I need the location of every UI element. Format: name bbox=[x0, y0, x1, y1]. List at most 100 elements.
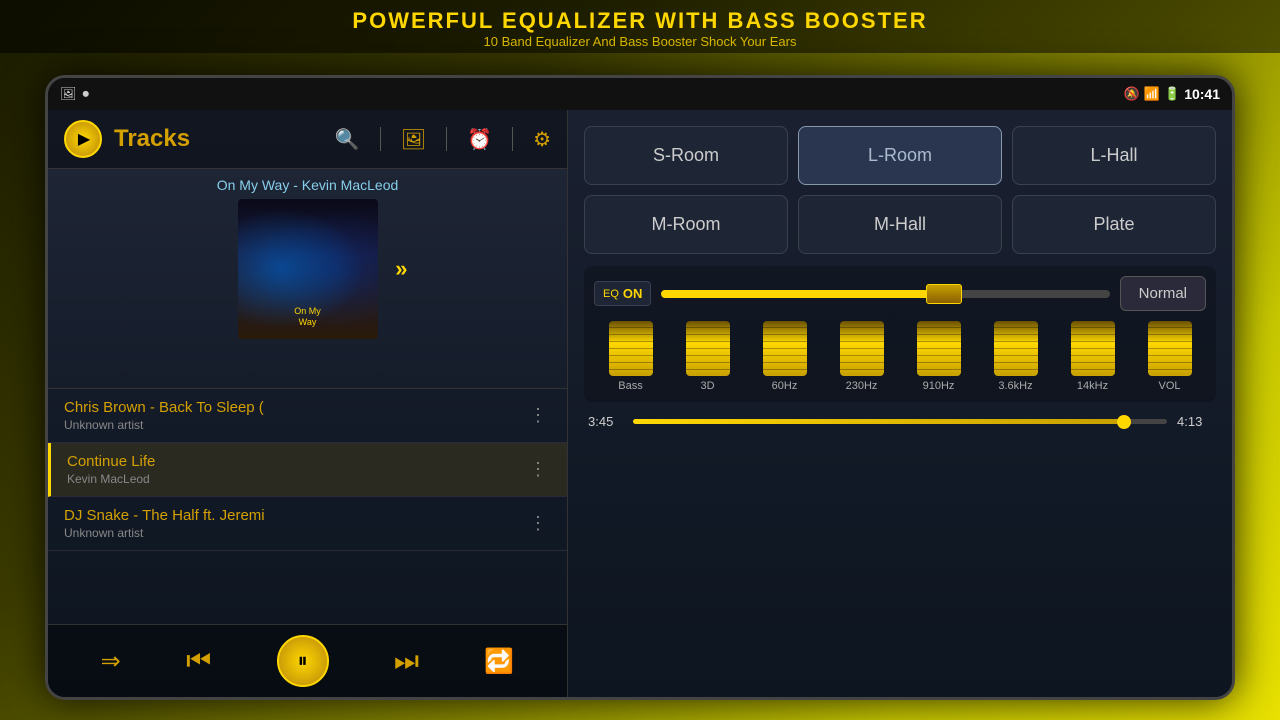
eq-band-slider[interactable] bbox=[609, 321, 653, 376]
search-icon[interactable]: 🔍 bbox=[335, 127, 360, 152]
reverb-button-s-room[interactable]: S-Room bbox=[584, 126, 788, 185]
track-name: Chris Brown - Back To Sleep ( bbox=[64, 399, 525, 416]
divider-1 bbox=[380, 127, 381, 151]
header-title: Tracks bbox=[114, 125, 190, 153]
eq-band-label: Bass bbox=[618, 380, 642, 392]
progress-thumb[interactable] bbox=[1117, 415, 1131, 429]
banner-subtitle: 10 Band Equalizer And Bass Booster Shock… bbox=[0, 34, 1280, 49]
eq-band-slider[interactable] bbox=[686, 321, 730, 376]
divider-3 bbox=[512, 127, 513, 151]
now-playing-title: On My Way - Kevin MacLeod bbox=[217, 177, 399, 193]
reverb-button-l-room[interactable]: L-Room bbox=[798, 126, 1002, 185]
eq-band-label: 230Hz bbox=[846, 380, 878, 392]
eq-label: EQ bbox=[603, 288, 619, 300]
reverb-button-m-hall[interactable]: M-Hall bbox=[798, 195, 1002, 254]
album-art-inner: On My Way bbox=[238, 199, 378, 339]
track-menu-icon[interactable]: ⋮ bbox=[525, 509, 551, 538]
reverb-button-l-hall[interactable]: L-Hall bbox=[1012, 126, 1216, 185]
status-time: 10:41 bbox=[1184, 86, 1220, 102]
now-playing-section: On My Way - Kevin MacLeod On My Way » bbox=[48, 169, 567, 389]
prev-button[interactable]: ⏮ bbox=[186, 645, 211, 678]
eq-band-label: VOL bbox=[1158, 380, 1180, 392]
play-triangle-icon: ▶ bbox=[78, 129, 90, 149]
player-controls: ⇒ ⏮ ⏸ ⏭ 🔁 bbox=[48, 624, 567, 697]
banner-title: POWERFUL EQUALIZER WITH BASS BOOSTER bbox=[0, 8, 1280, 34]
eq-band-3.6khz[interactable]: 3.6kHz bbox=[994, 321, 1038, 392]
eq-band-60hz[interactable]: 60Hz bbox=[763, 321, 807, 392]
eq-band-bass[interactable]: Bass bbox=[609, 321, 653, 392]
track-item[interactable]: Chris Brown - Back To Sleep ( Unknown ar… bbox=[48, 389, 567, 443]
divider-2 bbox=[446, 127, 447, 151]
eq-band-14khz[interactable]: 14kHz bbox=[1071, 321, 1115, 392]
eq-slider-container bbox=[661, 290, 1109, 298]
eq-band-label: 3D bbox=[700, 380, 714, 392]
mute-icon: 🔕 bbox=[1124, 86, 1140, 102]
track-item[interactable]: Continue Life Kevin MacLeod ⋮ bbox=[48, 443, 567, 497]
eq-band-slider[interactable] bbox=[1071, 321, 1115, 376]
eq-top-row: EQ ON Normal bbox=[594, 276, 1206, 311]
controls-row: ⇒ ⏮ ⏸ ⏭ 🔁 bbox=[68, 635, 547, 687]
track-name: Continue Life bbox=[67, 453, 525, 470]
eq-band-910hz[interactable]: 910Hz bbox=[917, 321, 961, 392]
settings-icon[interactable]: ⚙ bbox=[533, 127, 551, 152]
track-item[interactable]: DJ Snake - The Half ft. Jeremi Unknown a… bbox=[48, 497, 567, 551]
alarm-icon[interactable]: ⏰ bbox=[467, 127, 492, 152]
total-time: 4:13 bbox=[1177, 414, 1212, 429]
shuffle-button[interactable]: ⇒ bbox=[101, 647, 121, 676]
repeat-button[interactable]: 🔁 bbox=[484, 647, 514, 676]
play-icon-button[interactable]: ▶ bbox=[64, 120, 102, 158]
eq-on-status: ON bbox=[623, 286, 643, 301]
eq-band-label: 3.6kHz bbox=[998, 380, 1032, 392]
track-info: Chris Brown - Back To Sleep ( Unknown ar… bbox=[64, 399, 525, 432]
album-art-container: On My Way » bbox=[238, 199, 378, 339]
eq-band-vol[interactable]: VOL bbox=[1148, 321, 1192, 392]
status-right: 🔕 📶 🔋 10:41 bbox=[1124, 86, 1220, 102]
eq-slider-thumb[interactable] bbox=[926, 284, 962, 304]
photo-icon[interactable]: 🖼 bbox=[401, 127, 426, 152]
track-menu-icon[interactable]: ⋮ bbox=[525, 455, 551, 484]
album-art-text: On My Way bbox=[294, 306, 321, 329]
album-art: On My Way bbox=[238, 199, 378, 339]
left-panel: ▶ Tracks 🔍 🖼 ⏰ ⚙ On My Way - Kevin MacLe… bbox=[48, 110, 568, 697]
track-menu-icon[interactable]: ⋮ bbox=[525, 401, 551, 430]
reverb-button-plate[interactable]: Plate bbox=[1012, 195, 1216, 254]
eq-band-slider[interactable] bbox=[917, 321, 961, 376]
device-frame: 🖼 ⏺ 🔕 📶 🔋 10:41 ▶ Tracks 🔍 bbox=[45, 75, 1235, 700]
reverb-button-m-room[interactable]: M-Room bbox=[584, 195, 788, 254]
header-icons: 🔍 🖼 ⏰ ⚙ bbox=[335, 127, 551, 152]
next-button[interactable]: ⏭ bbox=[394, 645, 419, 678]
track-artist: Unknown artist bbox=[64, 526, 525, 540]
progress-section: 3:45 4:13 bbox=[584, 414, 1216, 429]
top-banner: POWERFUL EQUALIZER WITH BASS BOOSTER 10 … bbox=[0, 0, 1280, 53]
wifi-icon: 📶 bbox=[1144, 86, 1160, 102]
media-icon: ⏺ bbox=[83, 86, 90, 102]
status-bar: 🖼 ⏺ 🔕 📶 🔋 10:41 bbox=[48, 78, 1232, 110]
eq-preset-button[interactable]: Normal bbox=[1120, 276, 1206, 311]
eq-band-label: 60Hz bbox=[772, 380, 798, 392]
track-list: Chris Brown - Back To Sleep ( Unknown ar… bbox=[48, 389, 567, 624]
app-header: ▶ Tracks 🔍 🖼 ⏰ ⚙ bbox=[48, 110, 567, 169]
track-name: DJ Snake - The Half ft. Jeremi bbox=[64, 507, 525, 524]
eq-band-slider[interactable] bbox=[1148, 321, 1192, 376]
eq-bands: Bass 3D 60Hz 230Hz 910Hz 3.6kHz 14kHz VO… bbox=[594, 321, 1206, 392]
right-panel: S-RoomL-RoomL-Hall M-RoomM-HallPlate EQ O… bbox=[568, 110, 1232, 697]
eq-band-label: 910Hz bbox=[923, 380, 955, 392]
eq-band-3d[interactable]: 3D bbox=[686, 321, 730, 392]
eq-section: EQ ON Normal Bass 3D 60 bbox=[584, 266, 1216, 402]
eq-on-badge[interactable]: EQ ON bbox=[594, 281, 651, 306]
eq-slider-track[interactable] bbox=[661, 290, 1109, 298]
forward-arrows[interactable]: » bbox=[395, 256, 407, 282]
eq-band-slider[interactable] bbox=[763, 321, 807, 376]
track-info: Continue Life Kevin MacLeod bbox=[67, 453, 525, 486]
eq-band-slider[interactable] bbox=[994, 321, 1038, 376]
eq-band-230hz[interactable]: 230Hz bbox=[840, 321, 884, 392]
play-pause-button[interactable]: ⏸ bbox=[277, 635, 329, 687]
image-icon: 🖼 bbox=[60, 86, 77, 102]
progress-fill bbox=[633, 419, 1119, 424]
track-artist: Unknown artist bbox=[64, 418, 525, 432]
progress-track[interactable] bbox=[633, 419, 1167, 424]
eq-band-slider[interactable] bbox=[840, 321, 884, 376]
current-time: 3:45 bbox=[588, 414, 623, 429]
header-left: ▶ Tracks bbox=[64, 120, 190, 158]
reverb-grid: S-RoomL-RoomL-Hall M-RoomM-HallPlate bbox=[584, 126, 1216, 254]
